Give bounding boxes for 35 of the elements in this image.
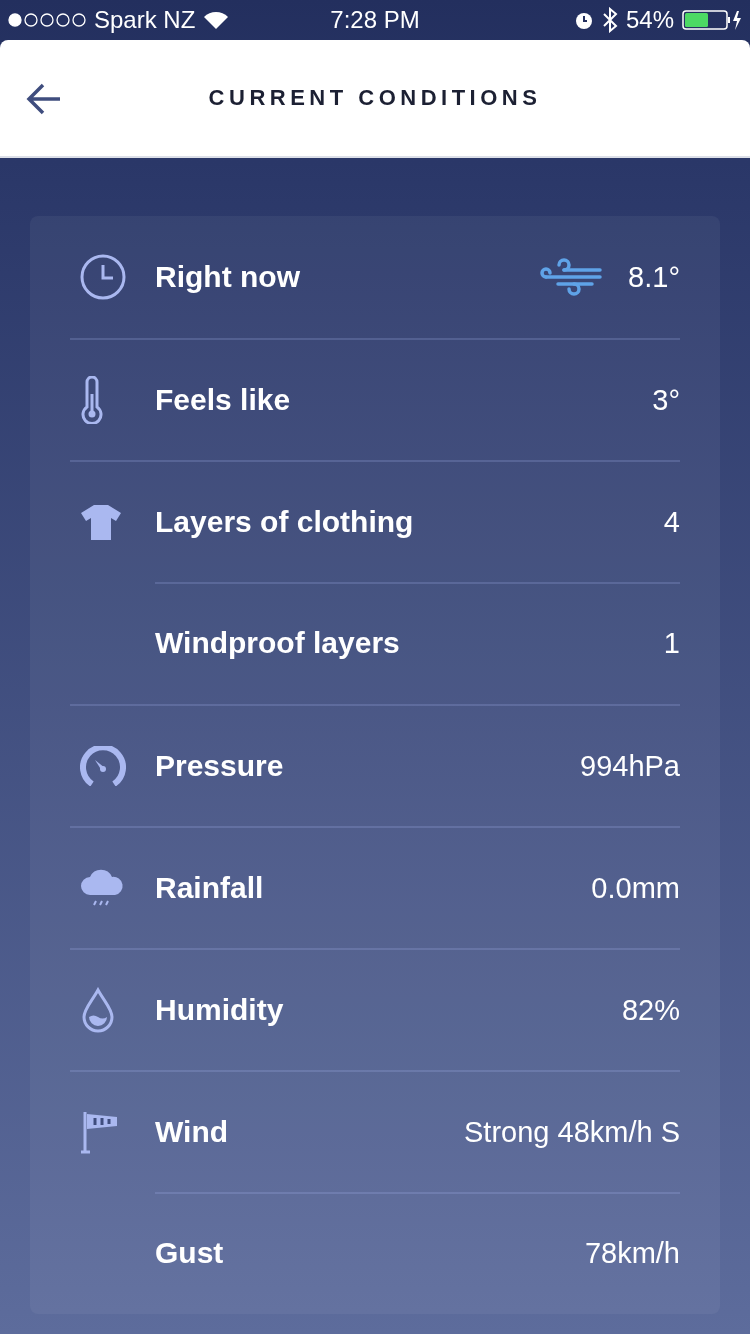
gauge-icon: [80, 746, 126, 786]
condition-value: 8.1°: [628, 260, 680, 294]
wifi-icon: [203, 10, 230, 30]
condition-label: Layers of clothing: [155, 505, 414, 539]
condition-value: 82%: [621, 993, 680, 1027]
condition-label: Right now: [155, 260, 300, 294]
windsock-icon: [80, 1110, 120, 1154]
carrier-name: Spark NZ: [94, 6, 196, 34]
status-time: 7:28 PM: [330, 6, 420, 34]
condition-label: Humidity: [155, 993, 284, 1027]
condition-label: Gust: [155, 1236, 224, 1270]
condition-label: Rainfall: [155, 871, 264, 905]
condition-label: Wind: [155, 1115, 229, 1149]
wind-icon: [540, 257, 605, 297]
condition-label: Pressure: [155, 749, 284, 783]
battery-icon: [682, 9, 742, 31]
condition-value: Strong 48km/h S: [464, 1115, 680, 1149]
water-drop-icon: [80, 987, 116, 1033]
clock-icon: [80, 254, 126, 300]
condition-value: 994hPa: [580, 749, 680, 783]
battery-percent: 54%: [625, 6, 674, 34]
shirt-icon: [80, 504, 122, 540]
bluetooth-icon: [601, 7, 618, 33]
page-title: CURRENT CONDITIONS: [208, 85, 542, 111]
thermometer-icon: [80, 376, 104, 424]
signal-icon: [8, 13, 86, 27]
condition-label: Feels like: [155, 383, 291, 417]
condition-value: 4: [663, 505, 680, 539]
condition-value: 3°: [652, 383, 680, 417]
back-button[interactable]: [26, 82, 62, 116]
condition-label: Windproof layers: [155, 626, 400, 660]
condition-value: 78km/h: [584, 1236, 680, 1270]
condition-value: 0.0mm: [591, 871, 680, 905]
condition-value: 1: [663, 626, 680, 660]
alarm-icon: [573, 10, 594, 30]
